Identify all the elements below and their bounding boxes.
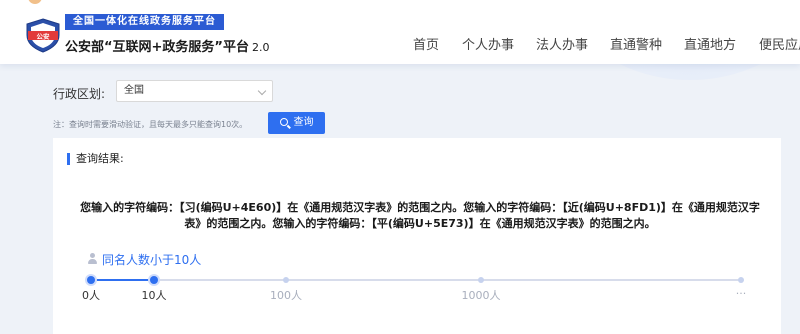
- police-badge-logo: 公安: [26, 18, 60, 53]
- region-label: 行政区划:: [53, 87, 106, 101]
- platform-version: 2.0: [251, 41, 270, 54]
- scale-label: ···: [735, 287, 747, 300]
- scale-track: [91, 279, 741, 281]
- badge-text: 公安: [37, 32, 51, 41]
- results-panel: 查询结果: 您输入的字符编码：【习(编码U+4E60)】在《通用规范汉字表》的范…: [53, 138, 781, 334]
- query-button[interactable]: 查询: [268, 112, 325, 134]
- platform-title[interactable]: 公安部“互联网+政务服务”平台 2.0: [65, 36, 269, 55]
- scale-stop: [738, 277, 744, 283]
- scale-label: 0人: [82, 289, 100, 302]
- scale-label: 100人: [270, 289, 302, 302]
- results-message: 您输入的字符编码：【习(编码U+4E60)】在《通用规范汉字表》的范围之内。您输…: [80, 201, 760, 230]
- scale-label: 1000人: [461, 289, 501, 302]
- search-icon: [279, 118, 288, 126]
- site-header: 公安 全国一体化在线政务服务平台 公安部“互联网+政务服务”平台 2.0 首页 个…: [0, 0, 800, 64]
- results-title: 查询结果:: [67, 153, 124, 165]
- scale-stop: [478, 277, 484, 283]
- region-select[interactable]: 全国: [116, 80, 273, 102]
- query-note: 注：查询时需要滑动验证，且每天最多只能查询10次。: [53, 120, 248, 129]
- platform-slogan: 全国一体化在线政务服务平台: [65, 14, 224, 30]
- scale-label: 10人: [141, 289, 167, 302]
- scale-stop: [150, 276, 158, 284]
- nav-personal-affairs[interactable]: 个人办事: [462, 34, 536, 53]
- scale-stop: [283, 277, 289, 283]
- nav-police-types[interactable]: 直通警种: [610, 34, 684, 53]
- same-name-count-text: 同名人数小于10人: [102, 253, 202, 267]
- person-icon: [87, 253, 99, 265]
- same-name-count: 同名人数小于10人: [87, 251, 201, 268]
- scale-fill: [91, 279, 154, 281]
- chevron-down-icon: [257, 86, 267, 96]
- nav-convenience-apps[interactable]: 便民应用: [759, 34, 800, 53]
- nav-legal-entity-affairs[interactable]: 法人办事: [536, 34, 610, 53]
- nav-home[interactable]: 首页: [413, 34, 462, 53]
- top-decoration: [28, 0, 42, 4]
- nav-local-portals[interactable]: 直通地方: [684, 34, 759, 53]
- scale-stop: [87, 276, 95, 284]
- main-nav: 首页 个人办事 法人办事 直通警种 直通地方 便民应用: [413, 34, 800, 53]
- query-button-label: 查询: [293, 117, 314, 128]
- region-select-value: 全国: [124, 85, 144, 96]
- platform-title-text: 公安部“互联网+政务服务”平台: [65, 40, 249, 55]
